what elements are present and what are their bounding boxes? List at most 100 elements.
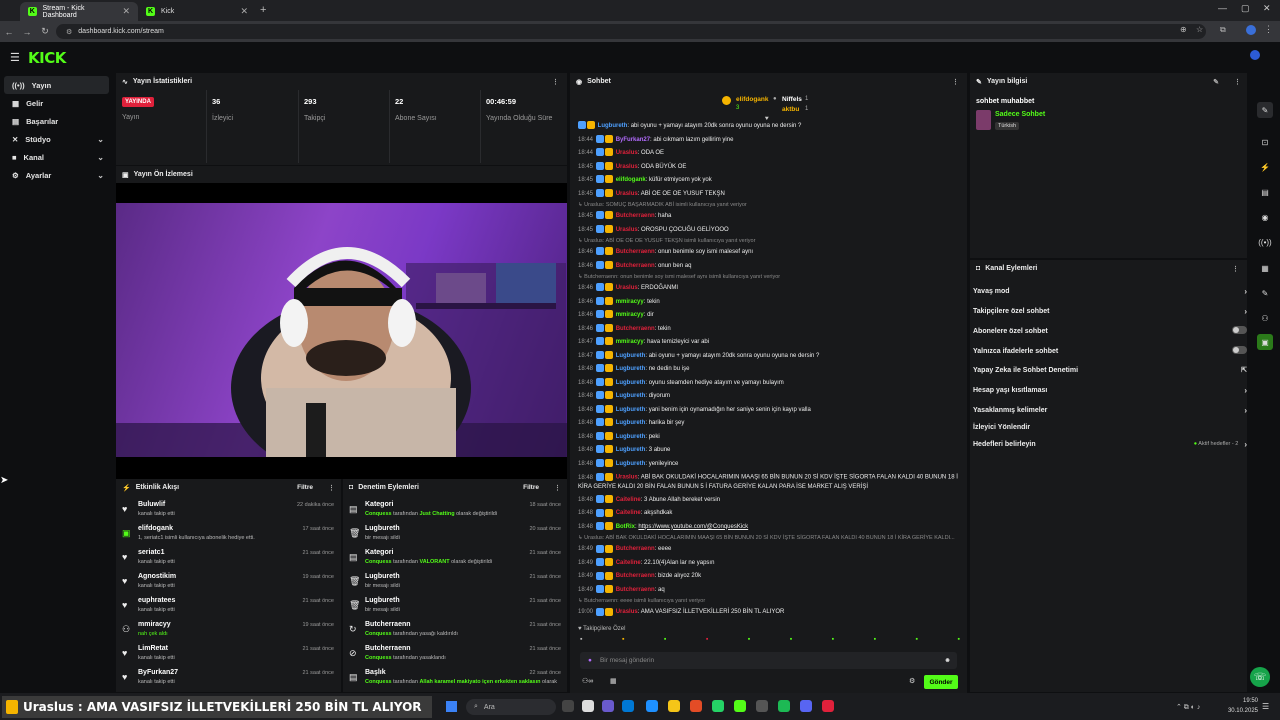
taskbar-search[interactable]: ⌕ Ara [466, 699, 556, 715]
message-username[interactable]: Uraslus [616, 191, 638, 197]
stream-preview-video[interactable] [116, 203, 567, 478]
channel-action-item[interactable]: Hesap yaşı kısıtlaması › [973, 381, 1247, 399]
chat-message[interactable]: 18:47 mmiracyy: hava temizleyici var abi [570, 336, 967, 350]
emoji-icon[interactable]: ☻ [944, 657, 951, 664]
message-username[interactable]: Butcherraenn [616, 326, 655, 332]
chat-message[interactable]: 18:48 Caiteline: akşshdkak [570, 507, 967, 521]
channel-action-item[interactable]: Yalnızca ifadelerle sohbet [973, 342, 1247, 360]
windows-start-icon[interactable] [446, 701, 457, 712]
forward-icon[interactable]: → [18, 27, 36, 37]
back-icon[interactable]: ← [0, 27, 18, 37]
message-username[interactable]: Butcherraenn [616, 213, 655, 219]
new-tab-button[interactable]: + [260, 4, 266, 16]
message-username[interactable]: Caiteline [616, 497, 641, 503]
chat-message[interactable]: 18:46 mmiracyy: tekin [570, 296, 967, 310]
message-username[interactable]: Uraslus [616, 227, 638, 233]
emote-icon[interactable]: ▪ [874, 636, 876, 648]
moderation-target[interactable]: Lugbureth [365, 597, 400, 604]
message-username[interactable]: Butcherraenn [616, 249, 655, 255]
channel-action-item[interactable]: Yapay Zeka ile Sohbet Denetimi ⇱ [973, 361, 1247, 379]
activity-username[interactable]: Agnostikim [138, 573, 176, 580]
chat-message[interactable]: 18:49 Caiteline: 22.10(4)Alan lar ne yap… [570, 557, 967, 571]
emote-icon[interactable]: ▪ [790, 636, 792, 648]
browser-menu-icon[interactable]: ⋮ [1264, 24, 1273, 35]
moderation-target[interactable]: Lugbureth [365, 573, 400, 580]
maximize-button[interactable]: ▢ [1241, 3, 1250, 14]
toggle-switch[interactable] [1232, 326, 1247, 336]
sidebar-item-kanal[interactable]: ■ Kanal ⌄ [4, 148, 109, 166]
channel-action-item[interactable]: Yavaş mod › [973, 282, 1247, 300]
emote-icon[interactable]: ▪ [580, 636, 582, 648]
channel-action-item[interactable]: Takipçilere özel sohbet › [973, 302, 1247, 320]
browser-tab[interactable]: K Kick ✕ [138, 2, 256, 21]
message-username[interactable]: mmiracyy [616, 312, 644, 318]
emote-icon[interactable]: ▪ [622, 636, 624, 648]
emote-icon[interactable]: ▪ [664, 636, 666, 648]
spotify-icon[interactable] [778, 700, 790, 712]
moderator-name[interactable]: Conquess [365, 511, 392, 517]
moderation-target[interactable]: Lugbureth [365, 525, 400, 532]
obs-icon[interactable] [822, 700, 834, 712]
mod-tool-icon[interactable]: ⊡ [1257, 134, 1273, 150]
moderation-filter-button[interactable]: Filtre [523, 484, 539, 491]
message-username[interactable]: Lugbureth [616, 380, 646, 386]
chat-message[interactable]: 18:44 ByFurkan27: abi cıkmam lazım gelli… [570, 134, 967, 148]
activity-filter-button[interactable]: Filtre [297, 484, 313, 491]
activity-item[interactable]: ♥ LimRetat kanalı takip etti 21 saat önce [118, 644, 340, 668]
moderation-item[interactable]: 🗑 Lugbureth bir mesajı sildi 20 saat önce [345, 524, 567, 548]
chat-message[interactable]: 18:49 Butcherraenn: eeee [570, 543, 967, 557]
chat-message[interactable]: 18:48 Lugbureth: oyunu steamden hediye a… [570, 377, 967, 391]
chat-message[interactable]: 18:48 Lugbureth: ne dedin bu işe [570, 363, 967, 377]
close-window-button[interactable]: ✕ [1263, 3, 1271, 14]
activity-item[interactable]: ▣ elifdogank 1, seriatc1 isimli kullanıcıy… [118, 524, 340, 548]
message-username[interactable]: Lugbureth [616, 407, 646, 413]
document-tool-icon[interactable]: ▤ [1257, 184, 1273, 200]
message-username[interactable]: Lugbureth [598, 123, 628, 129]
activity-username[interactable]: Buluwlif [138, 501, 165, 508]
app-icon[interactable] [602, 700, 614, 712]
moderation-target[interactable]: Kategori [365, 549, 393, 556]
chat-message[interactable]: 19:00 Uraslus: AMA VASIFSIZ İLLETVEKİLLE… [570, 606, 967, 620]
folder-icon[interactable] [668, 700, 680, 712]
message-username[interactable]: ByFurkan27 [616, 137, 650, 143]
channel-action-item[interactable]: Hedefleri belirleyin ● Aktif hedefler - 2… [973, 435, 1247, 453]
bookmark-star-icon[interactable]: ☆ [1196, 25, 1203, 34]
chat-message[interactable]: 18:46 Butcherraenn: tekin [570, 323, 967, 337]
hamburger-menu-icon[interactable]: ☰ [10, 51, 20, 64]
sidebar-item-gelir[interactable]: ▦ Gelir [4, 94, 109, 112]
system-tray-icons[interactable]: ⌃ ⧉ ◐ ♪ [1176, 703, 1200, 712]
wrench-tool-icon[interactable]: ✎ [1257, 285, 1273, 301]
pencil-tool-icon[interactable]: ✎ [1257, 102, 1273, 118]
activity-item[interactable]: ⚇ mmiracyy nah çek aldı 19 saat önce [118, 620, 340, 644]
activity-item[interactable]: ♥ seriatc1 kanalı takip etti 21 saat önce [118, 548, 340, 572]
message-username[interactable]: Butcherraenn [616, 573, 655, 579]
chat-message[interactable]: 18:48 Caiteline: 3 Abune Allah bereket v… [570, 494, 967, 508]
chat-message[interactable]: 18:49 Butcherraenn: aq [570, 584, 967, 598]
category-link[interactable]: Sadece Sohbet [995, 111, 1045, 118]
moderation-item[interactable]: ⊘ Butcherraenn Conquess tarafından yasakla… [345, 644, 567, 668]
chat-message[interactable]: 18:48 Lugbureth: 3 abune [570, 444, 967, 458]
notifications-icon[interactable]: ☰ [1262, 702, 1269, 711]
send-button[interactable]: Gönder [924, 675, 958, 689]
activity-username[interactable]: LimRetat [138, 645, 168, 652]
chat-reply-context[interactable]: ↳ Butcherraenn: onun benimle soy ismi ma… [570, 273, 967, 282]
sidebar-item-yayin[interactable]: ((•)) Yayın [4, 76, 109, 94]
chat-message[interactable]: 18:48 Lugbureth: harika bir şey [570, 417, 967, 431]
message-username[interactable]: Lugbureth [616, 461, 646, 467]
file-icon[interactable] [582, 700, 594, 712]
chat-message[interactable]: 18:45 Uraslus: ABİ OE OE OE YUSUF TEKŞN [570, 188, 967, 202]
message-username[interactable]: Lugbureth [616, 366, 646, 372]
moderator-name[interactable]: Conquess [365, 559, 392, 565]
message-username[interactable]: Lugbureth [616, 447, 646, 453]
site-info-icon[interactable]: ⚙ [66, 28, 72, 36]
toggle-switch[interactable] [1232, 346, 1247, 356]
message-username[interactable]: BotRix [616, 524, 635, 530]
moderation-target[interactable]: Başlık [365, 669, 386, 676]
sidebar-item-ayarlar[interactable]: ⚙ Ayarlar ⌄ [4, 166, 109, 184]
message-username[interactable]: Uraslus [616, 285, 638, 291]
chat-message[interactable]: 18:45 Uraslus: ODA BÜYÜK OE [570, 161, 967, 175]
chat-message[interactable]: 18:48 Lugbureth: yani benim için oynamad… [570, 404, 967, 418]
activity-item[interactable]: ♥ euphratees kanalı takip etti 21 saat önce [118, 596, 340, 620]
kick-logo[interactable]: KICK [28, 49, 66, 67]
moderation-target[interactable]: Butcherraenn [365, 645, 411, 652]
